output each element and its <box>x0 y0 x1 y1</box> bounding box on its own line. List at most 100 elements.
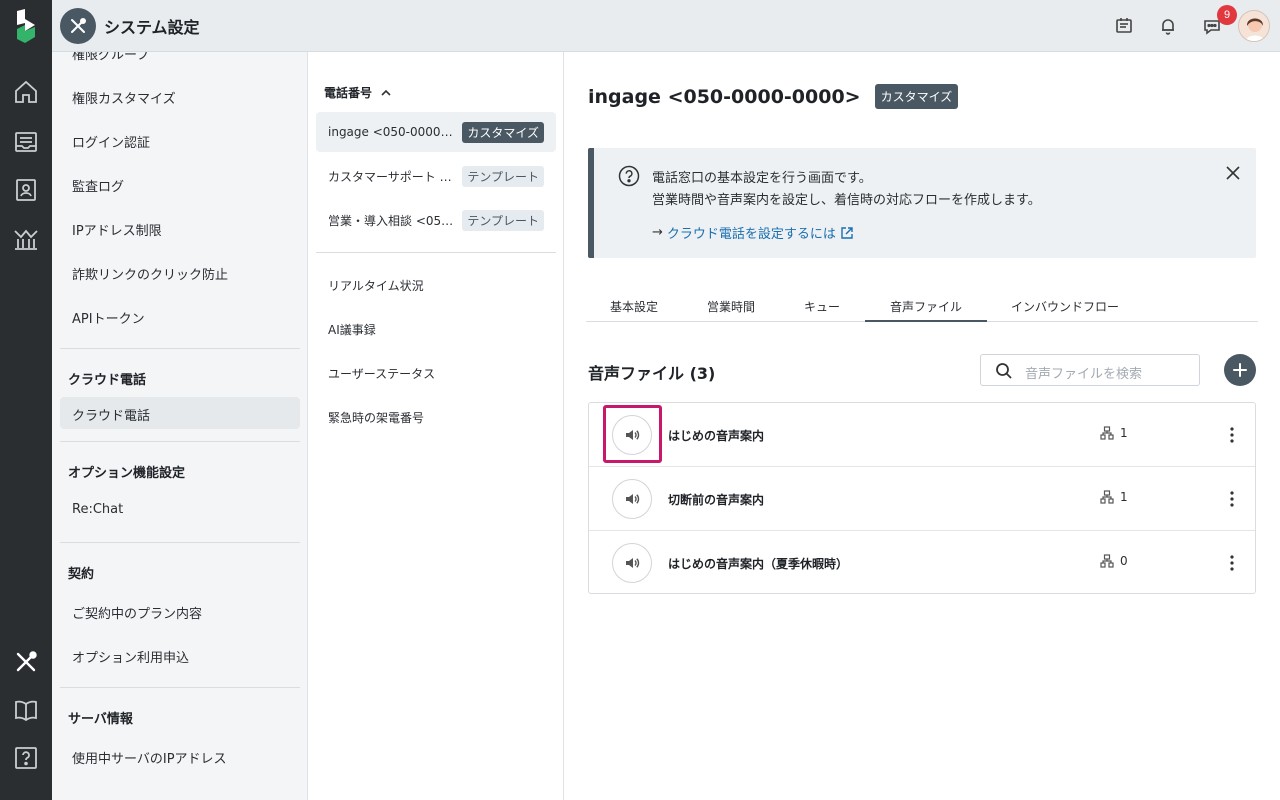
nav-realtime-status[interactable]: リアルタイム状況 <box>328 277 424 294</box>
divider <box>60 687 300 688</box>
avatar[interactable] <box>1238 10 1270 42</box>
flow-icon <box>1100 490 1114 504</box>
usage-count: 1 <box>1100 426 1128 440</box>
nav-api-token[interactable]: APIトークン <box>72 308 145 327</box>
nav-rechat[interactable]: Re:Chat <box>72 502 123 517</box>
nav-login-auth[interactable]: ログイン認証 <box>72 132 150 151</box>
tools-icon <box>60 8 96 44</box>
analytics-icon[interactable] <box>12 224 40 252</box>
usage-count-value: 1 <box>1120 426 1128 440</box>
nav-audit-log[interactable]: 監査ログ <box>72 176 124 195</box>
tab-basic-settings[interactable]: 基本設定 <box>610 298 658 315</box>
nav-plan[interactable]: ご契約中のプラン内容 <box>72 603 202 622</box>
nav-server-ip[interactable]: 使用中サーバのIPアドレス <box>72 748 227 767</box>
more-menu-icon[interactable] <box>1223 553 1241 573</box>
active-tab-indicator <box>865 320 987 322</box>
tab-business-hours[interactable]: 営業時間 <box>707 298 755 315</box>
help-icon[interactable] <box>12 744 40 772</box>
add-audio-button[interactable] <box>1224 354 1256 386</box>
list-item[interactable]: はじめの音声案内（夏季休暇時） 0 <box>589 531 1255 595</box>
divider <box>60 441 300 442</box>
app-title: システム設定 <box>104 18 200 37</box>
question-circle-icon <box>618 165 640 187</box>
flow-icon <box>1100 426 1114 440</box>
focus-highlight <box>603 405 662 463</box>
setup-link-text: クラウド電話を設定するには <box>666 227 836 242</box>
audio-file-name: はじめの音声案内 <box>668 429 765 443</box>
divider <box>60 542 300 543</box>
announcement-icon[interactable] <box>1112 14 1136 38</box>
play-audio-button[interactable] <box>612 479 652 519</box>
flow-icon <box>1100 554 1114 568</box>
info-line-2: 営業時間や音声案内を設定し、着信時の対応フローを作成します。 <box>652 193 1041 208</box>
template-tag: テンプレート <box>462 165 544 187</box>
divider <box>316 252 556 253</box>
audio-list-title: 音声ファイル (3) <box>588 364 716 383</box>
nav-emergency-number[interactable]: 緊急時の架電番号 <box>328 409 424 426</box>
audio-file-name: はじめの音声案内（夏季休暇時） <box>668 557 849 571</box>
list-item[interactable]: 切断前の音声案内 1 <box>589 467 1255 531</box>
nav-permission-group[interactable]: 権限グループ <box>72 52 149 63</box>
section-heading-server: サーバ情報 <box>68 712 133 727</box>
phone-name: カスタマーサポート <… <box>328 169 457 184</box>
section-heading-options: オプション機能設定 <box>68 466 186 481</box>
page-title: ingage <050-0000-0000> カスタマイズ <box>588 84 959 109</box>
left-rail <box>0 52 52 800</box>
audio-file-name: 切断前の音声案内 <box>668 493 765 507</box>
contacts-icon[interactable] <box>12 176 40 204</box>
phone-number-heading-label: 電話番号 <box>324 86 373 100</box>
tab-bar: 基本設定 営業時間 キュー 音声ファイル インバウンドフロー <box>586 288 1258 322</box>
phone-nav: 電話番号 ingage <050-0000-00… カスタマイズ カスタマーサポ… <box>308 52 564 800</box>
info-line-1: 電話窓口の基本設定を行う画面です。 <box>652 171 872 186</box>
nav-fraud-link[interactable]: 詐欺リンクのクリック防止 <box>72 264 228 283</box>
search-placeholder: 音声ファイルを検索 <box>1025 367 1143 382</box>
nav-ai-minutes[interactable]: AI議事録 <box>328 321 376 338</box>
settings-nav: 権限グループ 権限カスタマイズ ログイン認証 監査ログ IPアドレス制限 詐欺リ… <box>52 52 308 800</box>
nav-cloud-phone[interactable]: クラウド電話 <box>72 405 150 424</box>
nav-user-status[interactable]: ユーザーステータス <box>328 365 435 382</box>
section-heading-contract: 契約 <box>68 567 95 582</box>
chevron-up-icon <box>381 89 391 96</box>
more-menu-icon[interactable] <box>1223 425 1241 445</box>
settings-tools-icon[interactable] <box>12 648 40 676</box>
setup-link[interactable]: → クラウド電話を設定するには <box>652 223 854 242</box>
title-tag: カスタマイズ <box>874 84 959 109</box>
phone-item[interactable]: カスタマーサポート <… テンプレート <box>316 156 556 196</box>
inbox-icon[interactable] <box>12 128 40 156</box>
usage-count: 0 <box>1100 554 1128 568</box>
phone-number-heading[interactable]: 電話番号 <box>324 84 392 101</box>
book-icon[interactable] <box>12 696 40 724</box>
phone-item[interactable]: 営業・導入相談 <050-… テンプレート <box>316 200 556 240</box>
tab-inbound-flow[interactable]: インバウンドフロー <box>1011 298 1119 315</box>
bell-icon[interactable] <box>1156 14 1180 38</box>
audio-file-list: はじめの音声案内 1 切断前の音声案内 1 はじめの音声案内（夏季休暇時） 0 <box>588 402 1256 594</box>
notification-badge: 9 <box>1217 5 1237 25</box>
nav-ip-restriction[interactable]: IPアドレス制限 <box>72 220 162 239</box>
phone-item[interactable]: ingage <050-0000-00… カスタマイズ <box>316 112 556 152</box>
section-heading-cloud-phone: クラウド電話 <box>68 373 147 388</box>
tab-audio-files[interactable]: 音声ファイル <box>890 298 962 315</box>
play-audio-button[interactable] <box>612 543 652 583</box>
logo-icon[interactable] <box>0 0 52 52</box>
list-item[interactable]: はじめの音声案内 1 <box>589 403 1255 467</box>
external-link-icon <box>841 226 853 239</box>
plus-icon <box>1233 363 1247 377</box>
phone-name: 営業・導入相談 <050-… <box>328 213 457 228</box>
speaker-icon <box>626 494 640 504</box>
home-icon[interactable] <box>12 78 40 106</box>
template-tag: テンプレート <box>462 209 544 231</box>
usage-count-value: 1 <box>1120 490 1128 504</box>
main-content: ingage <050-0000-0000> カスタマイズ 電話窓口の基本設定を… <box>564 52 1280 800</box>
divider <box>60 348 300 349</box>
speaker-icon <box>626 558 640 568</box>
usage-count: 1 <box>1100 490 1128 504</box>
nav-permission-customize[interactable]: 権限カスタマイズ <box>72 88 176 107</box>
close-icon[interactable] <box>1224 164 1242 182</box>
usage-count-value: 0 <box>1120 554 1128 568</box>
tab-queue[interactable]: キュー <box>804 298 840 315</box>
nav-option-apply[interactable]: オプション利用申込 <box>72 647 189 666</box>
customize-tag: カスタマイズ <box>462 121 544 143</box>
more-menu-icon[interactable] <box>1223 489 1241 509</box>
page-title-text: ingage <050-0000-0000> <box>588 85 861 108</box>
audio-search-input[interactable]: 音声ファイルを検索 <box>980 354 1200 386</box>
